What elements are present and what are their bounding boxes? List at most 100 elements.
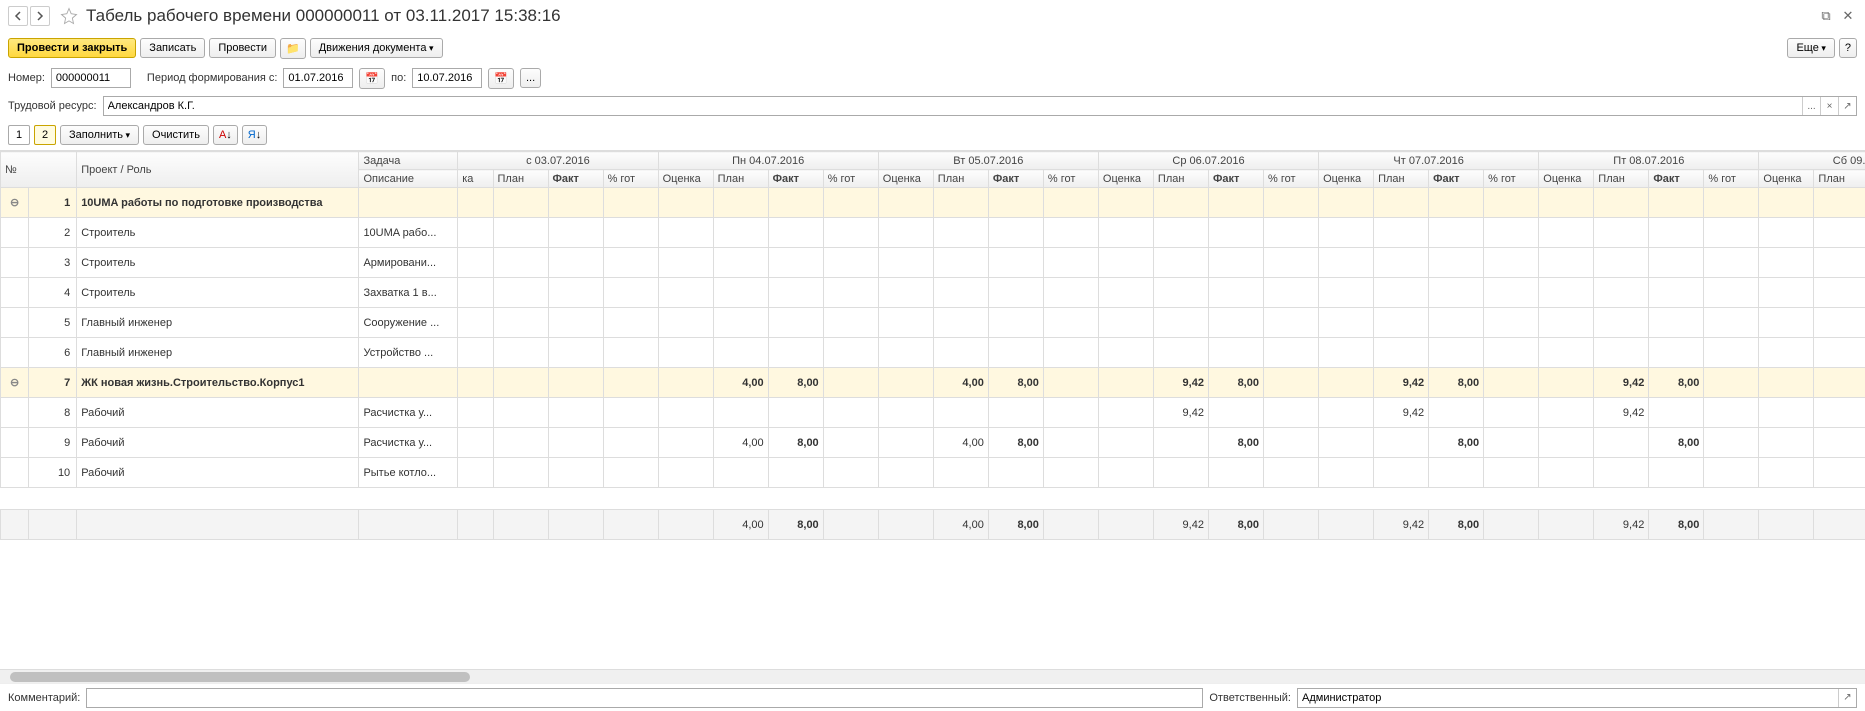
value-cell[interactable]	[1319, 338, 1374, 368]
value-cell[interactable]	[878, 368, 933, 398]
sub-header[interactable]: План	[1594, 170, 1649, 188]
sub-header[interactable]: % гот	[1263, 170, 1318, 188]
value-cell[interactable]	[1759, 368, 1814, 398]
value-cell[interactable]	[603, 308, 658, 338]
value-cell[interactable]	[1043, 248, 1098, 278]
expand-icon[interactable]: ⊖	[1, 368, 29, 398]
value-cell[interactable]	[1098, 308, 1153, 338]
value-cell[interactable]	[1704, 338, 1759, 368]
value-cell[interactable]	[1429, 218, 1484, 248]
value-cell[interactable]	[823, 188, 878, 218]
value-cell[interactable]	[1484, 368, 1539, 398]
sub-header[interactable]: Оценка	[1759, 170, 1814, 188]
value-cell[interactable]	[878, 278, 933, 308]
value-cell[interactable]	[458, 428, 493, 458]
value-cell[interactable]	[1153, 308, 1208, 338]
value-cell[interactable]	[1374, 248, 1429, 278]
date-from-picker-icon[interactable]: 📅	[359, 68, 385, 89]
sub-header[interactable]: % гот	[1484, 170, 1539, 188]
value-cell[interactable]	[1704, 398, 1759, 428]
sub-header[interactable]: Оценка	[878, 170, 933, 188]
value-cell[interactable]	[1594, 428, 1649, 458]
value-cell[interactable]	[1153, 218, 1208, 248]
value-cell[interactable]	[458, 218, 493, 248]
value-cell[interactable]	[603, 368, 658, 398]
resource-select-ellipsis-icon[interactable]: ...	[1802, 97, 1820, 115]
window-expand-icon[interactable]: ⧉	[1817, 8, 1835, 24]
value-cell[interactable]	[1043, 188, 1098, 218]
value-cell[interactable]	[1429, 398, 1484, 428]
table-row[interactable]: 10РабочийРытье котло...	[1, 458, 1865, 488]
value-cell[interactable]	[1649, 248, 1704, 278]
value-cell[interactable]	[1043, 398, 1098, 428]
value-cell[interactable]	[768, 248, 823, 278]
value-cell[interactable]	[603, 338, 658, 368]
value-cell[interactable]	[1374, 428, 1429, 458]
value-cell[interactable]	[493, 428, 548, 458]
value-cell[interactable]	[713, 338, 768, 368]
value-cell[interactable]	[1649, 188, 1704, 218]
table-row[interactable]: 4СтроительЗахватка 1 в...	[1, 278, 1865, 308]
value-cell[interactable]	[1484, 278, 1539, 308]
value-cell[interactable]	[713, 278, 768, 308]
value-cell[interactable]	[603, 428, 658, 458]
value-cell[interactable]	[768, 308, 823, 338]
value-cell[interactable]	[493, 248, 548, 278]
date-to-picker-icon[interactable]: 📅	[488, 68, 514, 89]
value-cell[interactable]	[1429, 458, 1484, 488]
value-cell[interactable]	[768, 188, 823, 218]
value-cell[interactable]	[658, 188, 713, 218]
value-cell[interactable]	[933, 278, 988, 308]
sub-header[interactable]: Факт	[988, 170, 1043, 188]
value-cell[interactable]	[1098, 368, 1153, 398]
value-cell[interactable]	[1153, 248, 1208, 278]
value-cell[interactable]: 8,00	[1649, 368, 1704, 398]
value-cell[interactable]	[658, 428, 713, 458]
value-cell[interactable]	[1759, 218, 1814, 248]
task-cell[interactable]: 10UMA рабо...	[359, 218, 458, 248]
table-row[interactable]: 3СтроительАрмировани...	[1, 248, 1865, 278]
value-cell[interactable]	[1759, 248, 1814, 278]
project-cell[interactable]: ЖК новая жизнь.Строительство.Корпус1	[77, 368, 359, 398]
value-cell[interactable]	[1098, 248, 1153, 278]
value-cell[interactable]	[493, 188, 548, 218]
value-cell[interactable]	[1043, 278, 1098, 308]
value-cell[interactable]	[713, 458, 768, 488]
value-cell[interactable]	[713, 218, 768, 248]
value-cell[interactable]	[1429, 278, 1484, 308]
value-cell[interactable]	[1484, 248, 1539, 278]
col-descr[interactable]: Описание	[359, 170, 458, 188]
responsible-open-icon[interactable]: ↗	[1838, 689, 1856, 707]
value-cell[interactable]	[1539, 458, 1594, 488]
value-cell[interactable]	[988, 338, 1043, 368]
value-cell[interactable]	[1649, 398, 1704, 428]
value-cell[interactable]	[1759, 428, 1814, 458]
value-cell[interactable]	[1484, 428, 1539, 458]
sub-header[interactable]: План	[1814, 170, 1865, 188]
value-cell[interactable]	[933, 458, 988, 488]
sort-asc-button[interactable]: А↓	[213, 125, 238, 145]
value-cell[interactable]	[1704, 218, 1759, 248]
value-cell[interactable]	[1814, 188, 1865, 218]
value-cell[interactable]	[548, 458, 603, 488]
value-cell[interactable]: 4,00	[713, 368, 768, 398]
value-cell[interactable]	[1374, 278, 1429, 308]
value-cell[interactable]	[823, 458, 878, 488]
value-cell[interactable]	[878, 398, 933, 428]
value-cell[interactable]	[1208, 398, 1263, 428]
value-cell[interactable]	[1043, 338, 1098, 368]
table-row[interactable]: ⊖110UMA работы по подготовке производств…	[1, 188, 1865, 218]
value-cell[interactable]	[548, 188, 603, 218]
write-button[interactable]: Записать	[140, 38, 205, 58]
expand-icon[interactable]: ⊖	[1, 188, 29, 218]
day-header[interactable]: Пт 08.07.2016	[1539, 152, 1759, 170]
value-cell[interactable]	[1814, 398, 1865, 428]
value-cell[interactable]	[1153, 278, 1208, 308]
value-cell[interactable]	[493, 218, 548, 248]
value-cell[interactable]	[1594, 338, 1649, 368]
value-cell[interactable]	[603, 278, 658, 308]
value-cell[interactable]	[1484, 308, 1539, 338]
value-cell[interactable]	[988, 458, 1043, 488]
date-to-input[interactable]	[412, 68, 482, 88]
value-cell[interactable]	[1319, 398, 1374, 428]
